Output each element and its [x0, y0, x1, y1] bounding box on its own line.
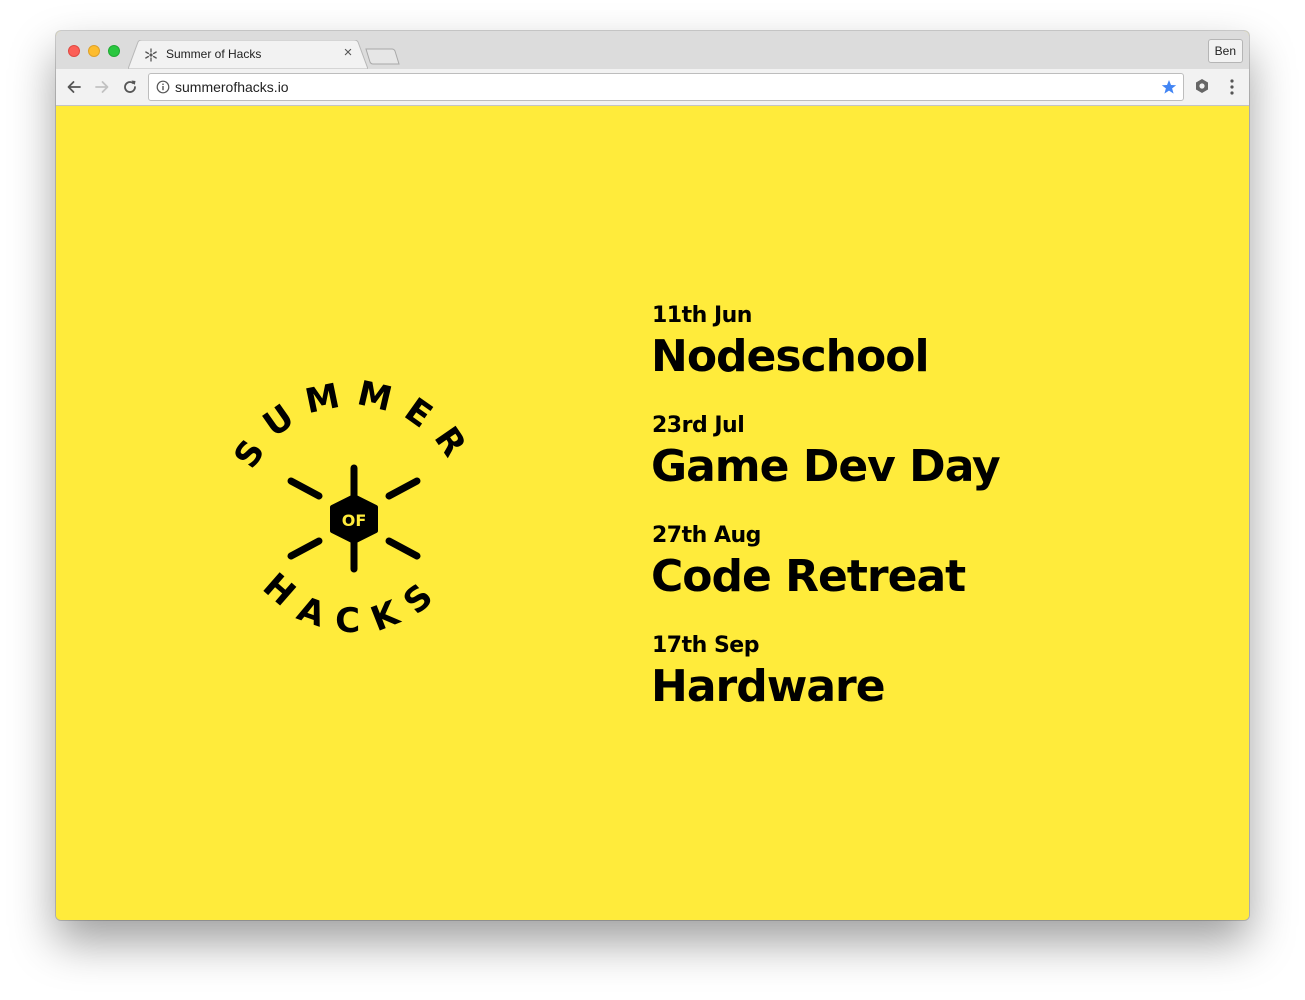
tab-summer-of-hacks[interactable]: Summer of Hacks ×	[128, 40, 368, 69]
event-item: 27th Aug Code Retreat	[651, 523, 1212, 633]
tab-title: Summer of Hacks	[166, 47, 262, 61]
info-icon[interactable]	[156, 80, 170, 94]
window-minimize-button[interactable]	[88, 45, 100, 57]
profile-button[interactable]: Ben	[1207, 39, 1243, 63]
event-item: 17th Sep Hardware	[651, 633, 1212, 743]
summer-of-hacks-logo: SUMMER HACKS OF	[226, 373, 481, 641]
new-tab-button[interactable]	[365, 48, 401, 65]
event-name-link[interactable]: Nodeschool	[651, 331, 930, 382]
event-name-link[interactable]: Hardware	[651, 661, 886, 712]
event-date: 23rd Jul	[652, 413, 745, 438]
browser-toolbar: summerofhacks.io	[56, 69, 1249, 106]
tab-close-icon[interactable]: ×	[340, 45, 356, 61]
event-item: 11th Jun Nodeschool	[651, 303, 1212, 413]
event-date: 17th Sep	[652, 633, 759, 658]
window-close-button[interactable]	[68, 45, 80, 57]
url-text[interactable]: summerofhacks.io	[175, 79, 289, 95]
event-item: 23rd Jul Game Dev Day	[651, 413, 1212, 523]
menu-icon[interactable]	[1224, 78, 1240, 96]
event-name-link[interactable]: Game Dev Day	[651, 441, 1001, 492]
extension-icon[interactable]	[1194, 78, 1210, 94]
forward-arrow-icon[interactable]	[92, 77, 112, 97]
events-list: 11th Jun Nodeschool 23rd Jul Game Dev Da…	[651, 303, 1212, 743]
reload-icon[interactable]	[120, 77, 140, 97]
logo-center-text: OF	[342, 511, 367, 530]
event-date: 27th Aug	[652, 523, 761, 548]
page-content: SUMMER HACKS OF 11th Jun Nodeschool 23rd…	[56, 106, 1249, 920]
logo-bottom-text: HACKS	[255, 565, 453, 641]
event-name-link[interactable]: Code Retreat	[651, 551, 966, 602]
window-maximize-button[interactable]	[108, 45, 120, 57]
sun-icon	[145, 48, 157, 62]
event-date: 11th Jun	[652, 303, 752, 328]
address-bar[interactable]: summerofhacks.io	[148, 73, 1184, 101]
browser-window: Summer of Hacks × Ben summerofhacks.io S…	[56, 31, 1249, 920]
star-icon[interactable]	[1161, 79, 1177, 95]
back-arrow-icon[interactable]	[64, 77, 84, 97]
logo-top-text: SUMMER	[226, 373, 481, 475]
tab-strip: Summer of Hacks × Ben	[56, 31, 1249, 69]
